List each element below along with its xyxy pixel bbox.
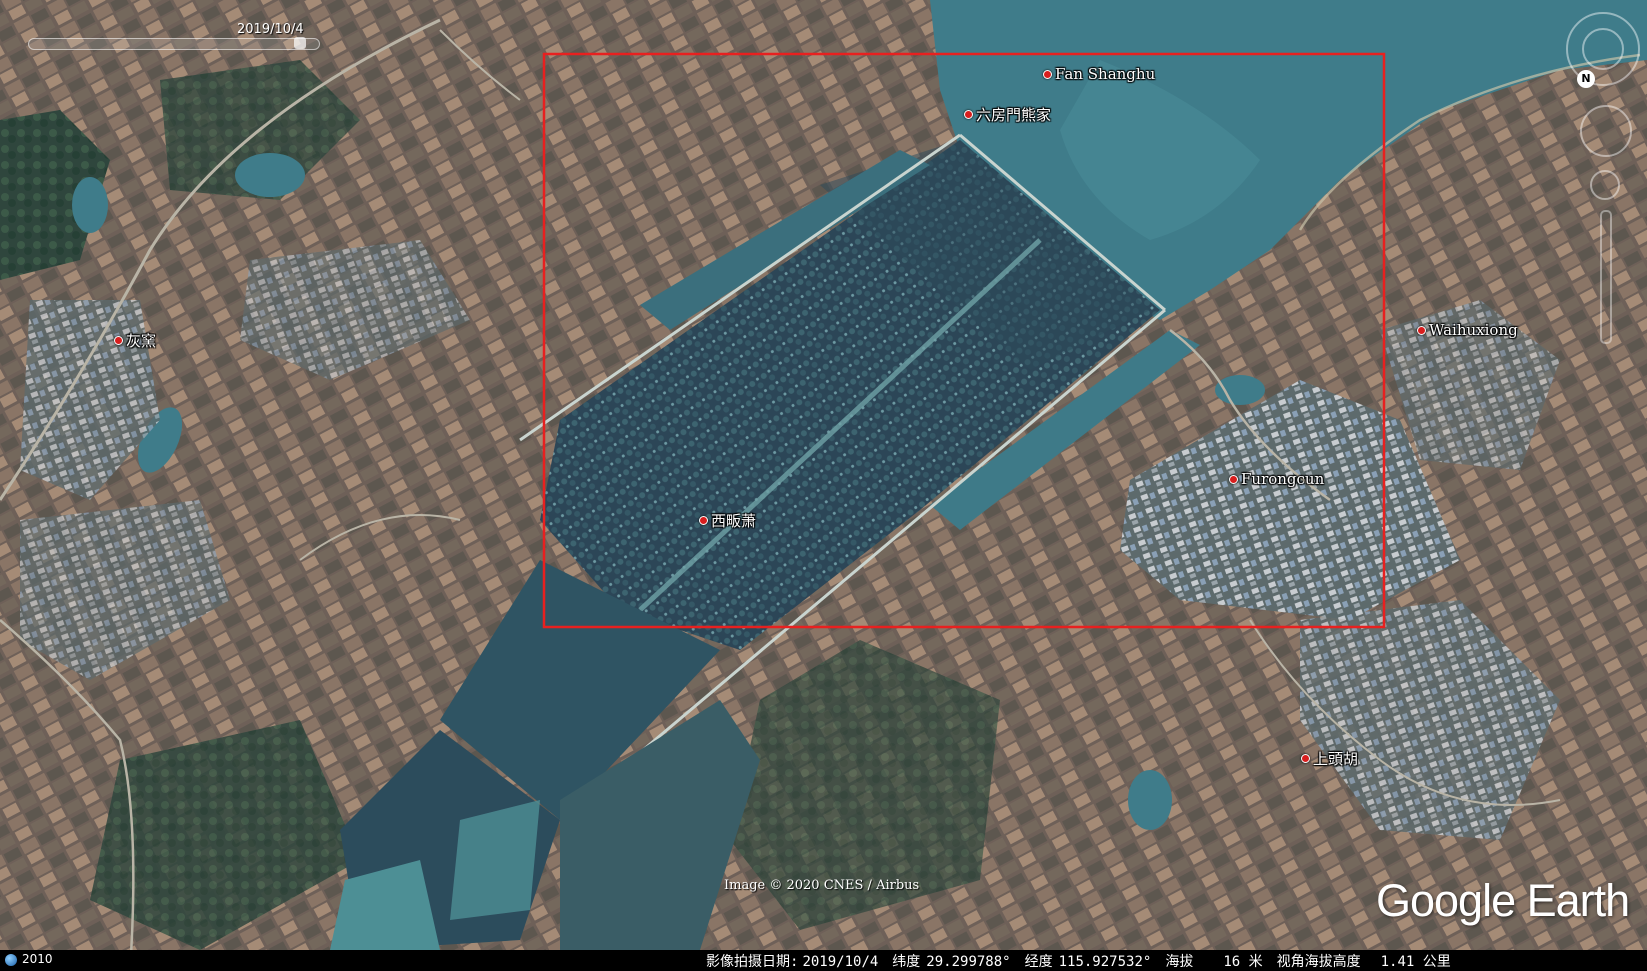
placemark-label: 上頭胡 bbox=[1313, 750, 1359, 768]
placemark-xifanxiao[interactable]: 西畈萧 bbox=[699, 510, 756, 531]
lat-label: 纬度 bbox=[892, 954, 921, 970]
overlay-rectangle bbox=[542, 52, 1386, 629]
placemark-huiyao[interactable]: 灰窯 bbox=[114, 330, 156, 351]
imagery-credit: Image © 2020 CNES / Airbus bbox=[724, 878, 920, 893]
navigation-controls[interactable]: N bbox=[1562, 10, 1642, 344]
google-earth-logo: Google Earth bbox=[1376, 875, 1630, 926]
street-view-pegman-icon[interactable] bbox=[1590, 170, 1620, 200]
red-pin-icon bbox=[1301, 754, 1310, 763]
red-pin-icon bbox=[1043, 69, 1052, 79]
lat-value: 29.299788° bbox=[926, 954, 1011, 970]
elev-label: 海拔 bbox=[1165, 954, 1194, 970]
imagery-date-label: 影像拍摄日期: bbox=[706, 954, 799, 970]
red-pin-icon bbox=[1229, 474, 1238, 484]
move-joystick[interactable] bbox=[1580, 105, 1632, 157]
eye-altitude-value: 1.41 公里 bbox=[1380, 954, 1451, 970]
lon-label: 经度 bbox=[1024, 954, 1053, 970]
placemark-label: 灰窯 bbox=[126, 332, 157, 350]
placemark-label: Furongcun bbox=[1241, 470, 1325, 488]
historical-imagery-slider[interactable]: 2019/10/4 bbox=[28, 22, 320, 52]
slider-date: 2019/10/4 bbox=[237, 22, 304, 37]
placemark-shangtouhu[interactable]: 上頭胡 bbox=[1301, 748, 1358, 769]
placemark-furongcun[interactable]: Furongcun bbox=[1229, 470, 1324, 488]
red-pin-icon bbox=[1417, 325, 1426, 335]
lon-value: 115.927532° bbox=[1058, 954, 1152, 970]
status-info: 影像拍摄日期: 2019/10/4 纬度 29.299788° 经度 115.927532… bbox=[706, 951, 1465, 971]
placemark-waihuxiong[interactable]: Waihuxiong bbox=[1417, 321, 1518, 339]
placemark-label: 西畈萧 bbox=[711, 512, 757, 530]
eye-altitude-label: 视角海拔高度 bbox=[1276, 954, 1361, 970]
north-arrow-icon[interactable]: N bbox=[1577, 70, 1595, 88]
slider-thumb[interactable] bbox=[294, 37, 306, 49]
red-pin-icon bbox=[964, 110, 973, 119]
status-year: 2010 bbox=[22, 952, 53, 966]
placemark-liufangmen-xiongjia[interactable]: 六房門熊家 bbox=[964, 104, 1051, 125]
globe-icon bbox=[5, 954, 17, 966]
status-bar: 2010 影像拍摄日期: 2019/10/4 纬度 29.299788° 经度 115.9… bbox=[0, 950, 1647, 971]
elev-value: 16 米 bbox=[1223, 954, 1263, 970]
zoom-slider[interactable] bbox=[1600, 210, 1612, 344]
red-pin-icon bbox=[114, 336, 123, 345]
look-joystick[interactable] bbox=[1582, 28, 1624, 70]
placemark-label: Waihuxiong bbox=[1429, 321, 1518, 339]
imagery-date: 2019/10/4 bbox=[802, 954, 879, 970]
placemark-label: 六房門熊家 bbox=[976, 106, 1052, 124]
slider-track[interactable] bbox=[28, 38, 320, 50]
placemark-label: Fan Shanghu bbox=[1055, 65, 1156, 83]
placemark-fan-shanghu[interactable]: Fan Shanghu bbox=[1043, 65, 1155, 83]
red-pin-icon bbox=[699, 516, 708, 525]
map-viewport[interactable]: Fan Shanghu 六房門熊家 灰窯 Waihuxiong Furongcu… bbox=[0, 0, 1647, 971]
